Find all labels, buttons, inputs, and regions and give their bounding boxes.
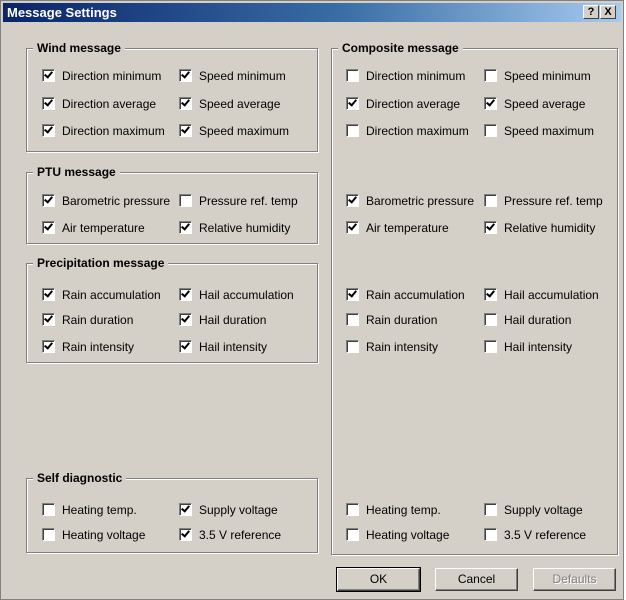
checkbox-label: Air temperature [366, 221, 449, 235]
cancel-button-label: Cancel [457, 572, 496, 586]
checkbox-label: Direction maximum [366, 124, 469, 138]
checked-box-icon [179, 221, 192, 234]
checked-box-icon [42, 69, 55, 82]
checked-box-icon [179, 340, 192, 353]
checkbox-label: Hail intensity [199, 340, 268, 354]
checked-box-icon [179, 503, 192, 516]
checkbox-label: Pressure ref. temp [504, 194, 603, 208]
help-button[interactable]: ? [583, 5, 599, 19]
unchecked-box-icon [346, 124, 359, 137]
unchecked-box-icon [484, 313, 497, 326]
checkbox-label: Direction minimum [62, 69, 162, 83]
window-title: Message Settings [7, 5, 117, 20]
checkbox-label: Rain intensity [366, 340, 439, 354]
checkbox-label: Hail intensity [504, 340, 573, 354]
unchecked-box-icon [484, 503, 497, 516]
checkbox-label: Heating voltage [366, 528, 450, 542]
checked-box-icon [42, 194, 55, 207]
checked-box-icon [179, 528, 192, 541]
checked-box-icon [42, 313, 55, 326]
unchecked-box-icon [484, 69, 497, 82]
checkbox-label: Hail duration [504, 313, 572, 327]
checkbox-label: Hail accumulation [199, 288, 294, 302]
checkbox-label: Pressure ref. temp [199, 194, 298, 208]
unchecked-box-icon [484, 124, 497, 137]
checkbox-label: Hail duration [199, 313, 267, 327]
ptu-message-label: PTU message [33, 165, 120, 180]
unchecked-box-icon [179, 194, 192, 207]
checked-box-icon [42, 97, 55, 110]
checkbox-label: Barometric pressure [366, 194, 475, 208]
checkbox-label: Supply voltage [504, 503, 583, 517]
checkbox-label: Supply voltage [199, 503, 278, 517]
message-settings-dialog: Message Settings ? X Wind message PTU me… [0, 0, 624, 600]
checked-box-icon [179, 313, 192, 326]
checkbox-label: 3.5 V reference [199, 528, 282, 542]
checkbox-label: Speed average [199, 97, 281, 111]
unchecked-box-icon [42, 503, 55, 516]
checkbox-label: Rain accumulation [62, 288, 161, 302]
checked-box-icon [484, 288, 497, 301]
checkbox-label: Relative humidity [504, 221, 596, 235]
checkbox-label: Speed maximum [199, 124, 290, 138]
title-bar: Message Settings ? X [3, 3, 621, 22]
close-button[interactable]: X [600, 5, 616, 19]
unchecked-box-icon [346, 340, 359, 353]
ok-button[interactable]: OK [336, 567, 421, 592]
unchecked-box-icon [346, 69, 359, 82]
checkbox-label: Speed maximum [504, 124, 595, 138]
checked-box-icon [484, 97, 497, 110]
checkbox-label: Relative humidity [199, 221, 291, 235]
checked-box-icon [179, 97, 192, 110]
checked-box-icon [179, 69, 192, 82]
checkbox-label: Direction average [366, 97, 461, 111]
checked-box-icon [42, 124, 55, 137]
ok-button-label: OK [369, 572, 388, 586]
self-diagnostic-label: Self diagnostic [33, 471, 127, 486]
checked-box-icon [346, 221, 359, 234]
unchecked-box-icon [346, 503, 359, 516]
checkbox-label: Speed minimum [504, 69, 591, 83]
checked-box-icon [484, 221, 497, 234]
checkbox-label: Speed minimum [199, 69, 286, 83]
unchecked-box-icon [484, 340, 497, 353]
checkbox-label: Speed average [504, 97, 586, 111]
checkbox-label: Direction maximum [62, 124, 165, 138]
checkbox-label: Direction average [62, 97, 157, 111]
checkbox-label: Heating temp. [366, 503, 441, 517]
checkbox-label: Hail accumulation [504, 288, 599, 302]
checked-box-icon [179, 288, 192, 301]
checkbox-label: Air temperature [62, 221, 145, 235]
cancel-button[interactable]: Cancel [435, 568, 518, 591]
checkbox-label: Rain intensity [62, 340, 135, 354]
checked-box-icon [42, 288, 55, 301]
defaults-button-label: Defaults [552, 572, 597, 586]
composite-message-label: Composite message [338, 41, 463, 56]
checkbox-label: Barometric pressure [62, 194, 171, 208]
checked-box-icon [42, 221, 55, 234]
checked-box-icon [179, 124, 192, 137]
unchecked-box-icon [346, 528, 359, 541]
checked-box-icon [346, 288, 359, 301]
checkbox-label: Rain duration [366, 313, 438, 327]
defaults-button[interactable]: Defaults [533, 568, 616, 591]
checkbox-label: Heating voltage [62, 528, 146, 542]
precipitation-message-label: Precipitation message [33, 256, 169, 271]
checkbox-label: Direction minimum [366, 69, 466, 83]
wind-message-label: Wind message [33, 41, 125, 56]
unchecked-box-icon [346, 313, 359, 326]
checked-box-icon [346, 97, 359, 110]
checkbox-label: Heating temp. [62, 503, 137, 517]
checkbox-label: Rain duration [62, 313, 134, 327]
checked-box-icon [346, 194, 359, 207]
checkbox-label: Rain accumulation [366, 288, 465, 302]
unchecked-box-icon [484, 528, 497, 541]
checked-box-icon [42, 340, 55, 353]
unchecked-box-icon [484, 194, 497, 207]
checkbox-label: 3.5 V reference [504, 528, 587, 542]
unchecked-box-icon [42, 528, 55, 541]
